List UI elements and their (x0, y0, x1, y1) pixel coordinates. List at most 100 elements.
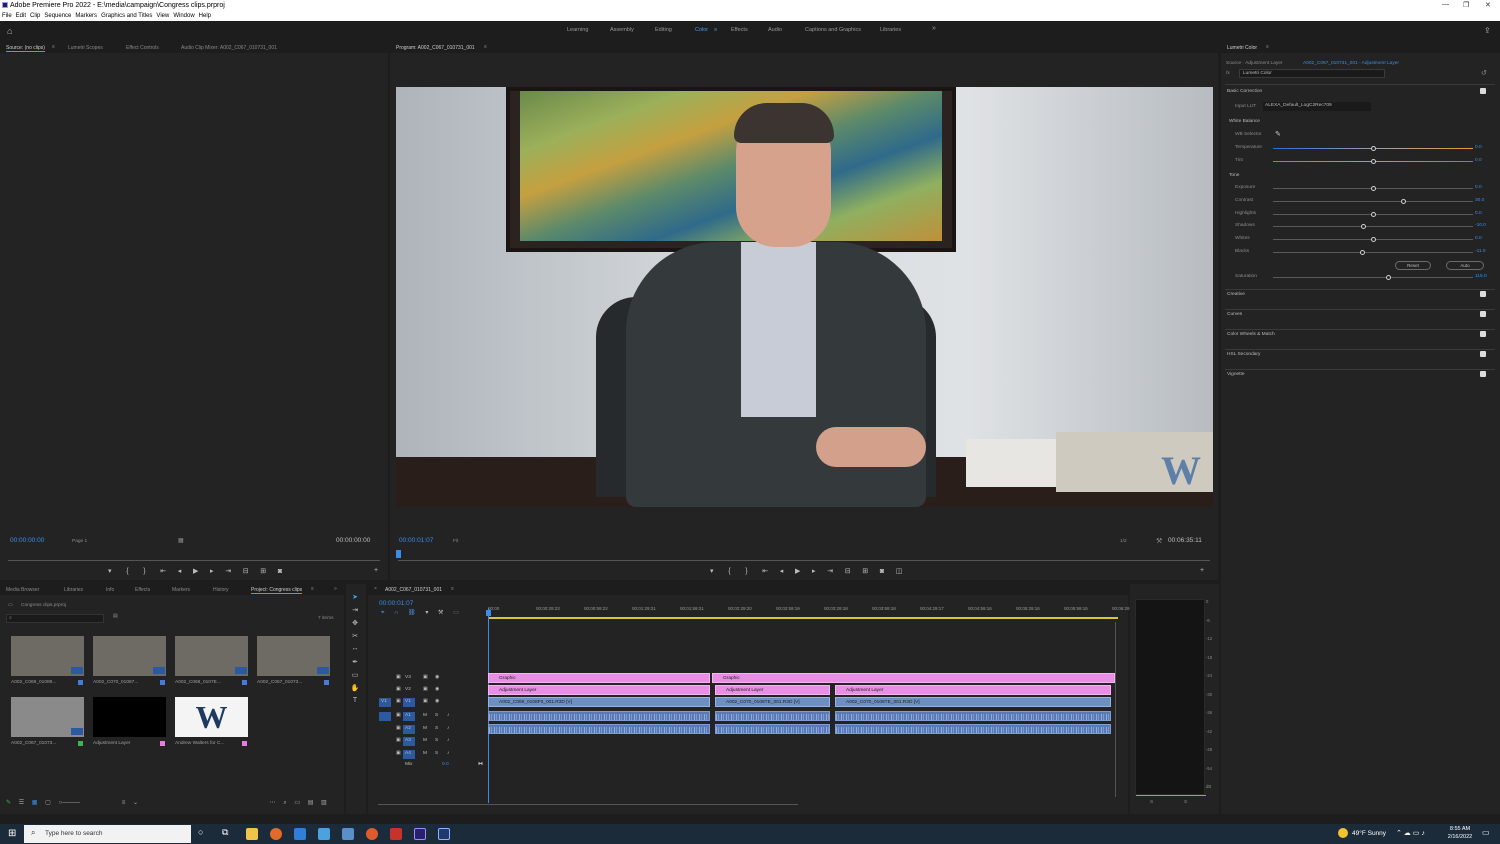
ubuntu-icon[interactable] (366, 828, 378, 840)
step-back-icon[interactable]: ◂ (780, 568, 784, 575)
step-forward-icon[interactable]: ▸ (210, 568, 214, 575)
section-white-balance[interactable]: White Balance (1229, 119, 1260, 124)
sort-chevron-icon[interactable]: ⌄ (133, 800, 138, 806)
sequence-tab[interactable]: A002_C067_010731_001 (385, 587, 442, 593)
tab-effect-controls[interactable]: Effect Controls (126, 45, 159, 51)
program-menu-icon[interactable]: ≡ (484, 44, 487, 50)
mix-value[interactable]: 0.0 (442, 762, 449, 767)
project-thumbnail[interactable] (11, 697, 84, 737)
tab-editing[interactable]: Editing (655, 27, 672, 33)
sort-icon[interactable]: ≡ (122, 800, 126, 806)
tab-media-browser[interactable]: Media Browser (6, 587, 39, 593)
go-to-in-icon[interactable]: ⇤ (762, 568, 768, 575)
clock-date[interactable]: 2/16/2022 (1445, 834, 1475, 840)
slider-knob-temperature[interactable] (1371, 146, 1376, 151)
windows-start-icon[interactable]: ⊞ (8, 828, 16, 839)
effect-select[interactable]: Lumetri Color (1239, 69, 1385, 78)
slider-value-blacks[interactable]: -11.0 (1475, 249, 1486, 254)
lock-icon[interactable]: ▣ (396, 751, 401, 756)
close-sequence-icon[interactable]: × (374, 586, 377, 592)
captions-icon[interactable]: ▭ (453, 610, 459, 616)
solo-button[interactable]: S (435, 713, 438, 718)
firefox-icon[interactable] (270, 828, 282, 840)
razor-tool-icon[interactable]: ✂ (350, 632, 360, 640)
project-thumbnail[interactable]: W (175, 697, 248, 737)
track-name-v3[interactable]: V3 (405, 675, 411, 680)
ripple-edit-tool-icon[interactable]: ✥ (350, 619, 360, 627)
menu-edit[interactable]: Edit (16, 13, 26, 19)
go-to-out-icon[interactable]: ⇥ (225, 568, 231, 575)
eye-icon[interactable]: ◉ (435, 699, 439, 704)
label-color-swatch[interactable] (324, 680, 329, 685)
slider-value-tint[interactable]: 0.0 (1475, 158, 1482, 163)
go-to-in-icon[interactable]: ⇤ (160, 568, 166, 575)
timeline-timecode[interactable]: 00:00:01:07 (379, 600, 413, 607)
taskbar-search-box[interactable]: ⌕ Type here to search (24, 825, 191, 843)
tab-libraries[interactable]: Libraries (880, 27, 901, 33)
slider-knob-blacks[interactable] (1360, 250, 1365, 255)
new-item-icon[interactable]: ▤ (308, 800, 314, 806)
maximize-icon[interactable]: ❐ (1463, 1, 1469, 9)
icon-view-icon[interactable]: ▦ (32, 800, 38, 806)
time-ruler[interactable]: 00:00 00:00:29:23 00:00:59:22 00:01:29:21 00… (488, 604, 1130, 616)
slider-value-saturation[interactable]: 115.0 (1475, 274, 1487, 279)
fx-icon[interactable]: fx (1226, 71, 1230, 76)
source-timecode[interactable]: 00:00:00:00 (10, 537, 44, 544)
tab-audio-clip-mixer[interactable]: Audio Clip Mixer: A002_C067_010731_001 (181, 45, 277, 51)
home-icon[interactable]: ⌂ (7, 26, 12, 36)
premiere-taskbar-icon[interactable] (414, 828, 426, 840)
clip-graphic-2[interactable]: Graphic (712, 673, 1115, 683)
mark-in-icon[interactable]: { (126, 568, 128, 575)
nest-icon[interactable]: ⌖ (381, 610, 384, 616)
project-item-name[interactable]: A002_C067_01073... (257, 680, 302, 685)
track-name-v1[interactable]: V1 (405, 699, 411, 704)
menu-sequence[interactable]: Sequence (44, 13, 71, 19)
mix-end-icon[interactable]: ⧓ (478, 762, 483, 767)
program-title[interactable]: Program: A002_C067_010731_001 (396, 45, 475, 51)
step-forward-icon[interactable]: ▸ (812, 568, 816, 575)
slider-track-contrast[interactable] (1273, 200, 1473, 202)
zoom-select[interactable]: Fit (453, 539, 458, 544)
section-vignette[interactable]: Vignette (1227, 372, 1245, 377)
lock-icon[interactable]: ▣ (396, 699, 401, 704)
source-page-select[interactable]: Page 1 (72, 539, 87, 544)
tab-color[interactable]: Color (695, 27, 708, 33)
filezilla-icon[interactable] (390, 828, 402, 840)
label-color-swatch[interactable] (160, 680, 165, 685)
list-view-icon[interactable]: ☰ (19, 800, 24, 806)
share-icon[interactable]: ⇪ (1484, 26, 1491, 35)
tab-history[interactable]: History (213, 587, 229, 593)
audio-clip-a2-2[interactable] (715, 724, 830, 734)
project-item-name[interactable]: Andrew Walters for C... (175, 741, 224, 746)
mute-button[interactable]: M (423, 713, 427, 718)
reset-button[interactable]: Reset (1395, 261, 1431, 270)
minimize-icon[interactable]: — (1442, 1, 1449, 8)
section-creative[interactable]: Creative (1227, 292, 1245, 297)
label-color-swatch[interactable] (78, 680, 83, 685)
tab-effects[interactable]: Effects (731, 27, 748, 33)
slider-value-contrast[interactable]: 30.0 (1475, 198, 1484, 203)
timeline-settings-icon[interactable]: ⚒ (438, 610, 443, 616)
lock-icon[interactable]: ▣ (396, 738, 401, 743)
close-icon[interactable]: ✕ (1485, 1, 1491, 9)
menu-graphics[interactable]: Graphics and Titles (101, 13, 152, 19)
voiceover-icon[interactable]: ♪ (447, 751, 449, 756)
section-checkbox-curves[interactable] (1480, 311, 1486, 317)
track-name-a4[interactable]: A4 (405, 751, 411, 756)
more-panels-icon[interactable]: » (334, 586, 337, 592)
clip-adjustment-3[interactable]: Adjustment Layer (835, 685, 1111, 695)
section-checkbox-creative[interactable] (1480, 291, 1486, 297)
overwrite-icon[interactable]: ⊞ (260, 568, 266, 575)
tab-info[interactable]: Info (106, 587, 114, 593)
mute-button[interactable]: M (423, 738, 427, 743)
tab-source[interactable]: Source: (no clips) (6, 45, 45, 52)
calculator-icon[interactable] (342, 828, 354, 840)
audio-clip-a1-3[interactable] (835, 711, 1111, 721)
slider-track-shadows[interactable] (1273, 226, 1473, 228)
track-select-tool-icon[interactable]: ⇥ (350, 606, 360, 614)
add-button-icon[interactable]: + (1200, 567, 1204, 574)
project-thumbnail[interactable] (11, 636, 84, 676)
freeform-view-icon[interactable]: ▢ (45, 800, 51, 806)
extract-icon[interactable]: ⊞ (862, 568, 868, 575)
audio-clip-a2-1[interactable] (488, 724, 710, 734)
